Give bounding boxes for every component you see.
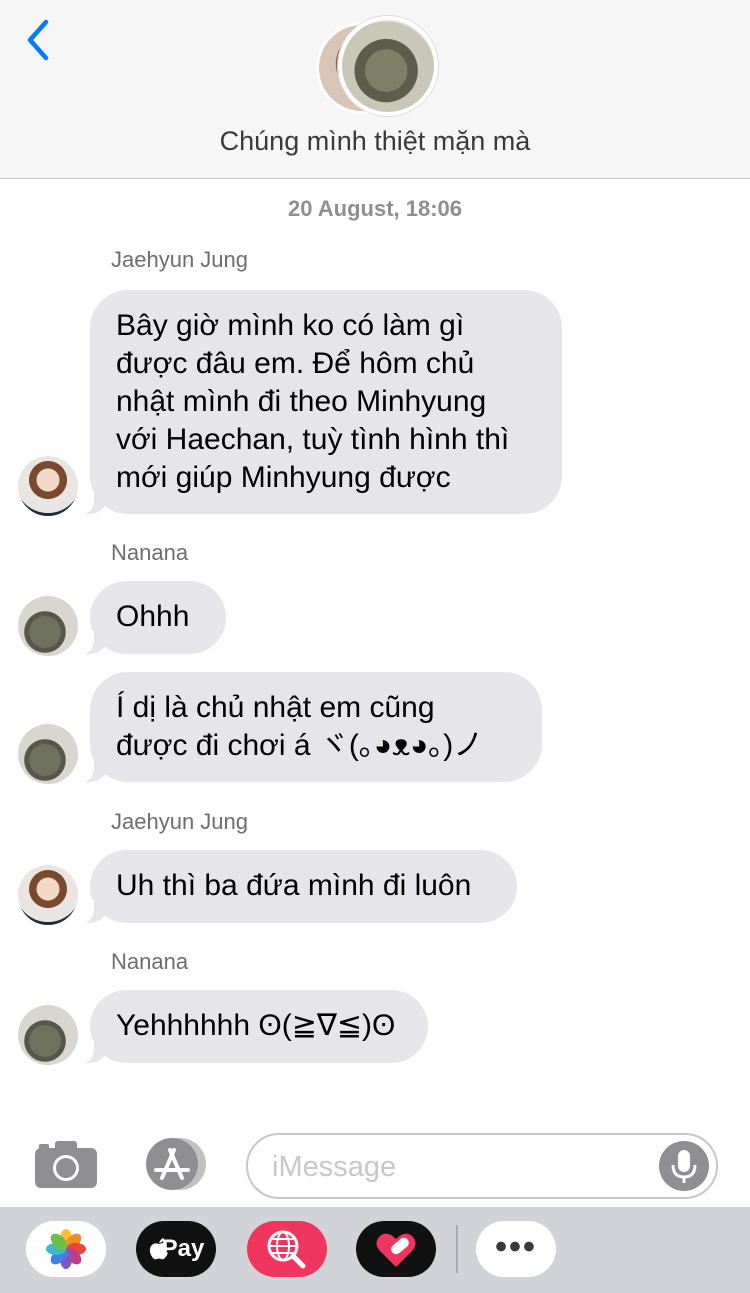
message-text: Uh thì ba đứa mình đi luôn (116, 869, 472, 902)
message-text: Ohhh (116, 600, 190, 633)
globe-search-icon (267, 1230, 306, 1269)
message-line: Í dị là chủ nhật em cũng (116, 691, 435, 724)
message-bubble[interactable]: Yehhhhhh ʘ(≧∇≦)ʘ (72, 990, 428, 1064)
apple-pay-label: Pay (161, 1235, 205, 1262)
avatar-jaehyun[interactable] (18, 456, 78, 516)
back-button[interactable] (22, 18, 56, 62)
heart-touch-icon (376, 1233, 416, 1267)
imessage-input[interactable]: iMessage (246, 1133, 718, 1199)
camera-button[interactable] (33, 1138, 99, 1190)
sender-name: Nanana (111, 540, 189, 565)
digital-touch-app-button[interactable] (356, 1221, 436, 1277)
avatar-nanana[interactable] (18, 596, 78, 656)
chevron-left-icon (27, 19, 49, 61)
message-line: với Haechan, tuỳ tình hình thì (116, 423, 510, 456)
drawer-divider (456, 1225, 458, 1273)
message-bubble[interactable]: Uh thì ba đứa mình đi luôn (72, 850, 517, 924)
app-drawer: Pay ••• (0, 1207, 750, 1293)
sender-name: Jaehyun Jung (111, 247, 248, 272)
photos-app-button[interactable] (26, 1221, 106, 1277)
sender-name: Jaehyun Jung (111, 809, 248, 834)
avatar-nanana[interactable] (18, 1005, 78, 1065)
app-store-button[interactable] (140, 1136, 212, 1192)
more-apps-button[interactable]: ••• (476, 1221, 556, 1277)
more-icon: ••• (495, 1228, 537, 1266)
group-avatar[interactable] (316, 16, 438, 116)
message-line: mới giúp Minhyung được (116, 461, 451, 494)
conversation-header: Chúng mình thiệt mặn mà (0, 0, 750, 179)
photos-icon (46, 1229, 86, 1269)
microphone-icon (671, 1150, 697, 1183)
message-line: được đâu em. Để hôm chủ (116, 347, 475, 380)
message-bubble[interactable]: Ohhh (72, 581, 226, 655)
message-line: Bây giờ mình ko có làm gì (116, 309, 465, 342)
message-line: nhật mình đi theo Minhyung (116, 385, 487, 418)
conversation-title[interactable]: Chúng mình thiệt mặn mà (0, 126, 750, 157)
message-timestamp: 20 August, 18:06 (287, 196, 463, 221)
avatar-nanana[interactable] (18, 724, 78, 784)
message-bubble[interactable]: Í dị là chủ nhật em cũng được đi chơi á … (72, 672, 542, 783)
camera-icon (35, 1141, 97, 1188)
member-avatar-cat (338, 16, 438, 116)
avatar-jaehyun[interactable] (18, 865, 78, 925)
image-search-app-button[interactable] (247, 1221, 327, 1277)
dictation-button[interactable] (659, 1141, 709, 1191)
sender-name: Nanana (111, 949, 189, 974)
app-store-icon (146, 1138, 206, 1190)
message-line: được đi chơi á ヾ(｡◕ᴥ◕｡)ノ (116, 729, 484, 762)
message-text: Yehhhhhh ʘ(≧∇≦)ʘ (116, 1009, 396, 1042)
input-placeholder: iMessage (272, 1151, 397, 1183)
apple-pay-button[interactable]: Pay (136, 1221, 216, 1277)
message-bubble[interactable]: Bây giờ mình ko có làm gì được đâu em. Đ… (72, 290, 562, 515)
